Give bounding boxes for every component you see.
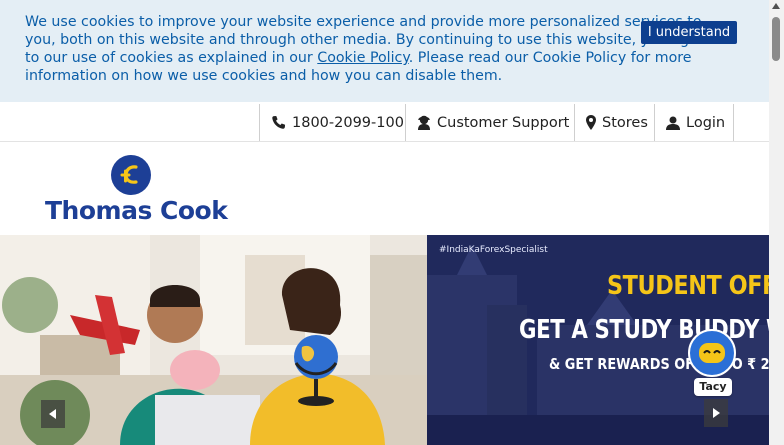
chatbot-launcher[interactable] <box>688 329 736 377</box>
customer-support-label: Customer Support <box>437 114 570 131</box>
cookie-message: We use cookies to improve your website e… <box>25 13 715 85</box>
login-label: Login <box>686 114 726 131</box>
login-link[interactable]: Login <box>654 104 734 141</box>
chevron-left-icon <box>49 409 56 419</box>
scroll-thumb[interactable] <box>772 17 780 61</box>
hashtag-text: #IndiaKaForexSpecialist <box>439 245 548 255</box>
i-understand-button[interactable]: I understand <box>641 21 737 44</box>
chatbot-label[interactable]: Tacy <box>694 378 732 396</box>
phone-link[interactable]: 1800-2099-100 <box>259 104 405 141</box>
cookie-banner: We use cookies to improve your website e… <box>0 0 769 102</box>
brand-name[interactable]: Thomas Cook <box>45 196 228 225</box>
carousel-prev-button[interactable] <box>41 400 65 428</box>
carousel-next-button[interactable] <box>704 399 728 427</box>
promo-tagline: & GET REWARDS OF UP TO ₹ 21 <box>549 355 769 373</box>
cookie-policy-link[interactable]: Cookie Policy <box>317 50 408 66</box>
stores-link[interactable]: Stores <box>574 104 654 141</box>
promo-headline: STUDENT OFFER <box>607 271 769 301</box>
user-icon <box>666 116 680 130</box>
utility-bar: 1800-2099-100 Customer Support Stores Lo… <box>0 104 769 142</box>
phone-icon <box>272 115 286 129</box>
hero-carousel[interactable]: #IndiaKaForexSpecialist STUDENT OFFER GE… <box>0 235 769 445</box>
support-agent-icon <box>418 115 430 130</box>
chevron-right-icon <box>713 408 720 418</box>
scroll-up-arrow-icon[interactable] <box>772 3 780 9</box>
page-scrollbar[interactable] <box>769 0 784 445</box>
chatbot-face-icon <box>692 333 732 373</box>
thomas-cook-logo-icon[interactable] <box>111 155 151 195</box>
stores-label: Stores <box>602 114 648 131</box>
customer-support-link[interactable]: Customer Support <box>405 104 574 141</box>
location-pin-icon <box>586 115 596 130</box>
phone-number: 1800-2099-100 <box>292 114 404 131</box>
